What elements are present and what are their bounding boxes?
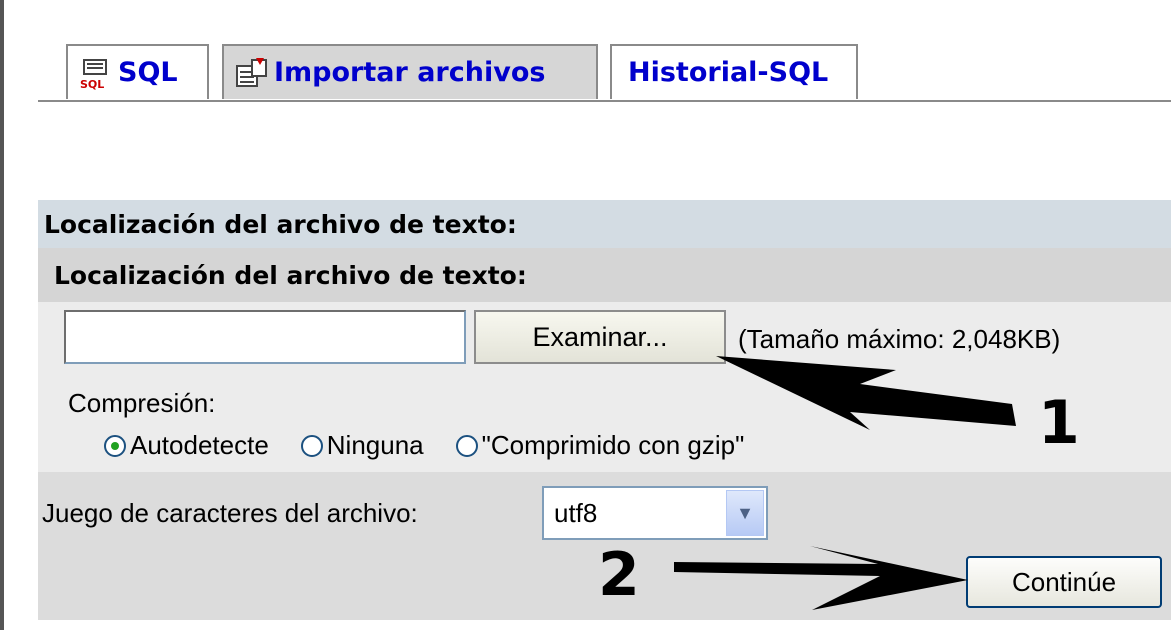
window-left-edge xyxy=(0,0,4,630)
continue-button[interactable]: Continúe xyxy=(966,556,1162,608)
file-path-input[interactable] xyxy=(64,310,466,364)
compression-label: Compresión: xyxy=(68,388,216,418)
tab-history-label: Historial-SQL xyxy=(628,57,829,88)
tab-sql-label: SQL xyxy=(118,57,178,88)
chevron-down-icon[interactable]: ▼ xyxy=(726,490,764,536)
charset-label: Juego de caracteres del archivo: xyxy=(42,498,418,528)
radio-unchecked-icon[interactable] xyxy=(455,434,478,457)
radio-autodetect-label: Autodetecte xyxy=(130,430,269,460)
file-location-area: Examinar... (Tamaño máximo: 2,048KB) Com… xyxy=(38,302,1171,472)
radio-unchecked-icon[interactable] xyxy=(300,434,323,457)
max-size-label: (Tamaño máximo: 2,048KB) xyxy=(738,324,1061,354)
radio-none[interactable]: Ninguna xyxy=(300,430,424,461)
browse-button[interactable]: Examinar... xyxy=(474,310,726,364)
compression-options: Autodetecte Ninguna "Comprimido con gzip… xyxy=(104,430,776,461)
annotation-number-2: 2 xyxy=(598,540,640,610)
sql-icon: SQL xyxy=(78,56,112,91)
section-title: Localización del archivo de texto: xyxy=(38,248,1171,302)
svg-text:SQL: SQL xyxy=(80,78,104,90)
charset-select[interactable]: utf8 ▼ xyxy=(542,486,768,540)
charset-value: utf8 xyxy=(554,497,598,528)
tabs-baseline xyxy=(38,100,1171,102)
panel-legend: Localización del archivo de texto: xyxy=(38,200,1171,248)
radio-gzip[interactable]: "Comprimido con gzip" xyxy=(455,430,745,461)
radio-none-label: Ninguna xyxy=(326,430,424,460)
tab-import-label: Importar archivos xyxy=(274,57,546,88)
tab-import[interactable]: Importar archivos xyxy=(222,44,598,99)
radio-autodetect[interactable]: Autodetecte xyxy=(104,430,269,461)
annotation-number-1: 1 xyxy=(1038,388,1080,458)
import-icon xyxy=(234,56,268,90)
tab-sql[interactable]: SQL SQL xyxy=(66,44,209,99)
tab-history[interactable]: Historial-SQL xyxy=(610,44,858,99)
radio-checked-icon[interactable] xyxy=(104,434,126,457)
radio-gzip-label: "Comprimido con gzip" xyxy=(481,430,745,460)
